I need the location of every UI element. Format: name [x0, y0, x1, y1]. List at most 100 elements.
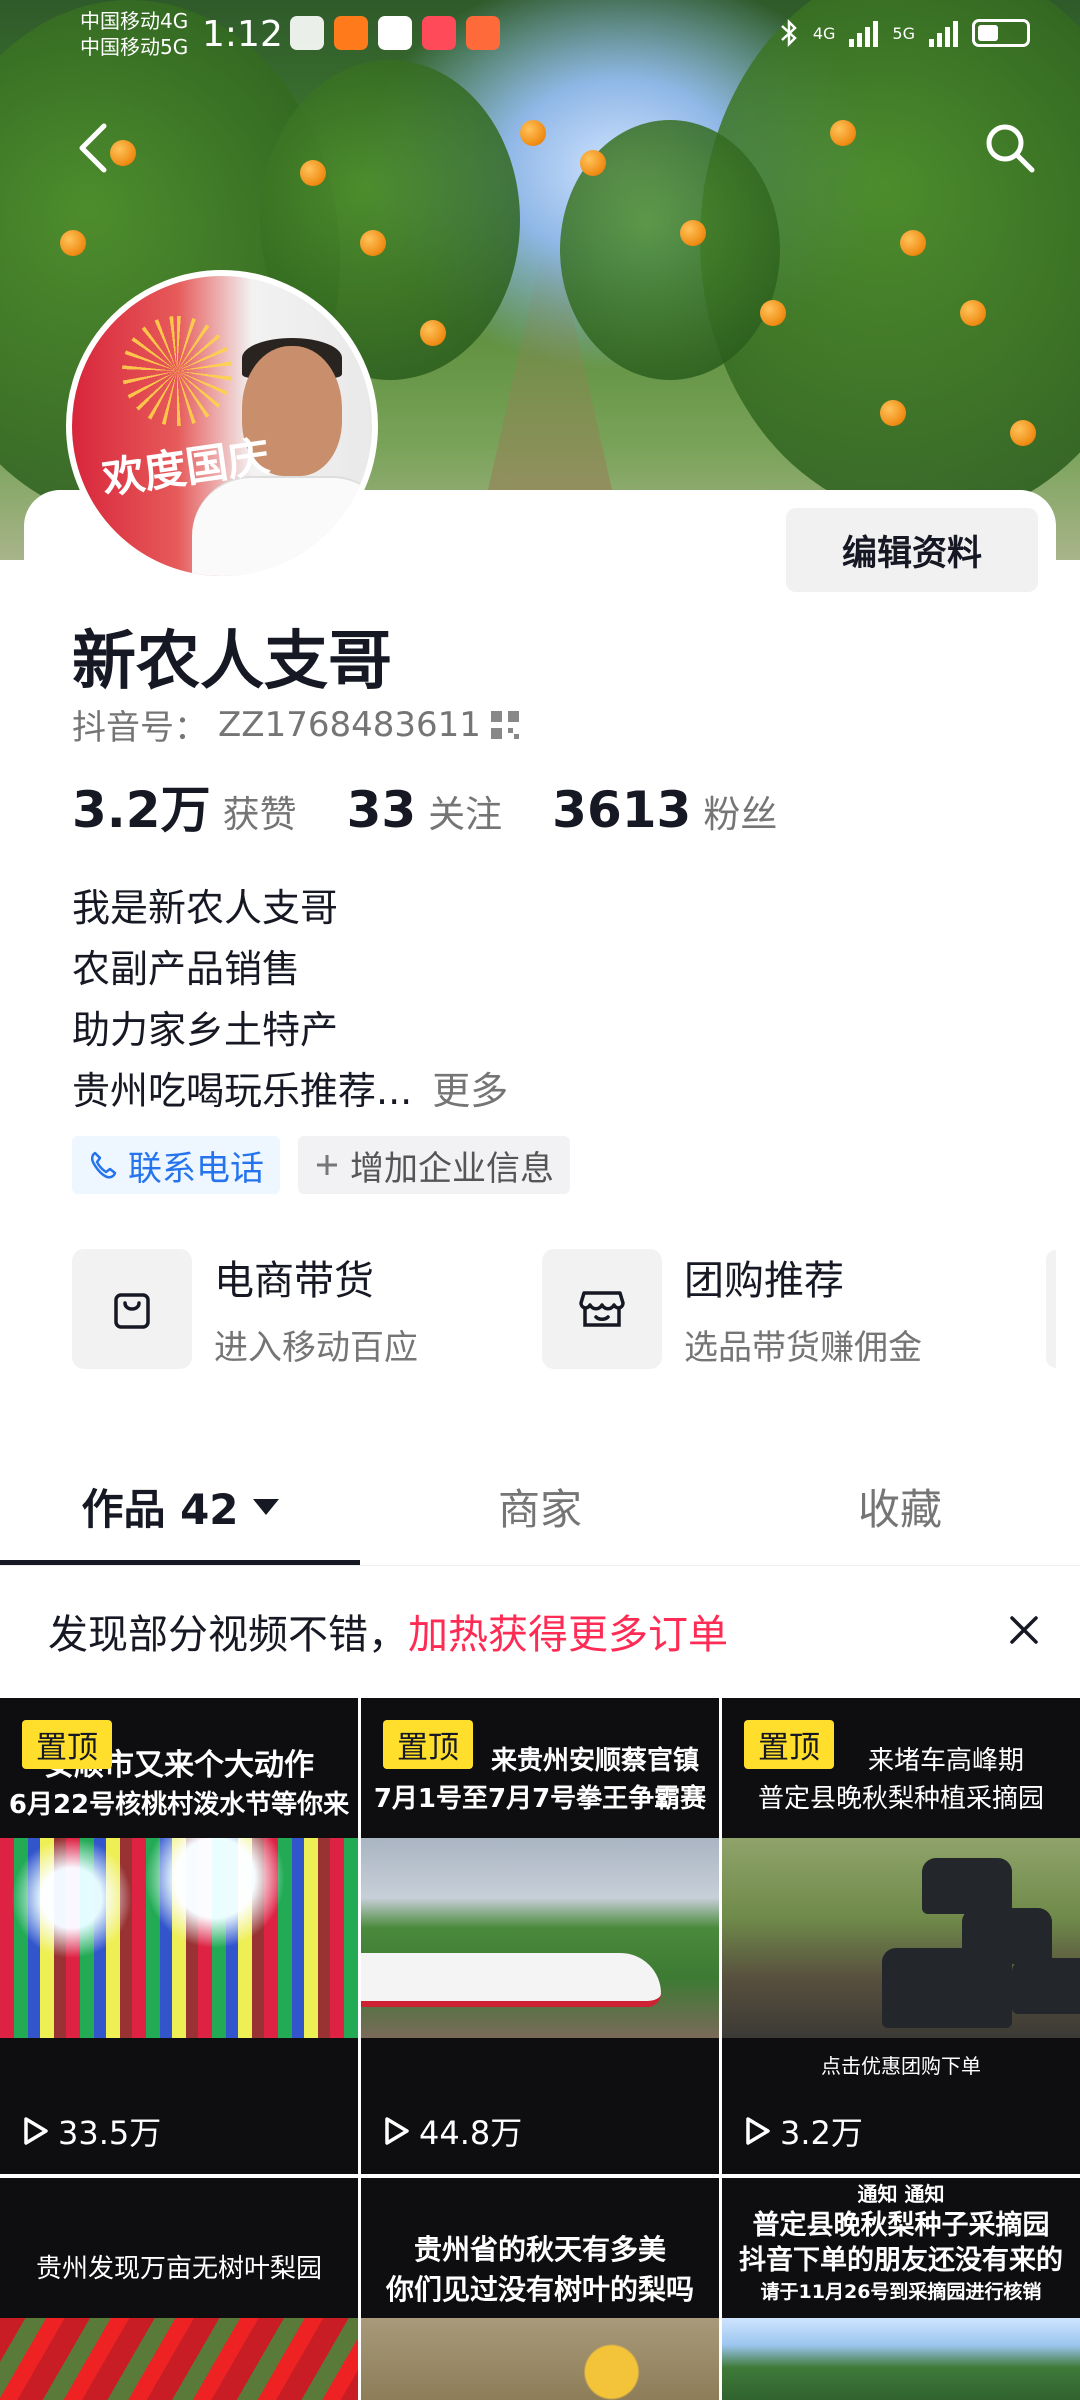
pinned-badge: 置顶 — [744, 1720, 834, 1769]
close-icon[interactable] — [1004, 1610, 1044, 1650]
notification-icons — [290, 16, 500, 50]
promo-banner[interactable]: 发现部分视频不错， 加热获得更多订单 — [0, 1566, 1080, 1696]
phone-icon — [90, 1151, 117, 1179]
contact-phone-tag[interactable]: 联系电话 — [72, 1136, 280, 1194]
douyin-id[interactable]: 抖音号： ZZ1768483611 — [72, 700, 519, 749]
service-title: 团购推荐 — [684, 1258, 844, 1304]
carrier-1: 中国移动4G — [80, 9, 189, 33]
shopping-bag-icon — [72, 1248, 192, 1369]
profile-tags: 联系电话 增加企业信息 — [72, 1136, 570, 1194]
network-label-1: 4G — [812, 23, 836, 43]
bio-more-link[interactable]: 更多 — [432, 1069, 508, 1113]
notification-app-icon — [378, 16, 412, 50]
video-caption: 通知 通知 普定县晚秋梨种子采摘园 抖音下单的朋友还没有来的 请于11月26号到… — [722, 2180, 1080, 2306]
video-tile[interactable]: 贵州省的秋天有多美 你们见过没有树叶的梨吗 — [361, 2178, 719, 2400]
qr-code-icon[interactable] — [490, 710, 519, 739]
profile-tabs: 作品 42 商家 收藏 — [0, 1448, 1080, 1566]
video-caption-line: 6月22号核桃村泼水节等你来 — [8, 1790, 350, 1820]
tab-favorites[interactable]: 收藏 — [720, 1448, 1080, 1565]
douyin-id-label: 抖音号： — [72, 708, 208, 748]
pinned-badge: 置顶 — [22, 1720, 112, 1769]
stat-followers-label: 粉丝 — [703, 793, 778, 836]
view-count-value: 44.8万 — [419, 2114, 523, 2152]
status-time: 1:12 — [202, 14, 283, 55]
video-thumbnail — [361, 1838, 719, 2038]
pinned-badge: 置顶 — [383, 1720, 473, 1769]
avatar[interactable]: 欢度国庆 — [66, 270, 378, 582]
video-subcaption: 点击优惠团购下单 — [821, 2054, 981, 2078]
bio-line: 农副产品销售 — [72, 947, 301, 991]
video-thumbnail — [722, 1838, 1080, 2038]
back-icon[interactable] — [70, 118, 120, 178]
video-thumbnail — [0, 2318, 358, 2400]
tab-merchant[interactable]: 商家 — [360, 1448, 720, 1565]
bluetooth-icon — [780, 18, 797, 48]
system-icons: 4G 5G — [779, 18, 1030, 48]
video-caption: 贵州省的秋天有多美 你们见过没有树叶的梨吗 — [361, 2230, 719, 2310]
tab-merchant-label: 商家 — [497, 1485, 582, 1534]
stat-following-label: 关注 — [428, 793, 503, 836]
video-caption-line: 7月1号至7月7号拳王争霸赛 — [373, 1784, 707, 1814]
content-section: 作品 42 商家 收藏 发现部分视频不错， 加热获得更多订单 置顶 安顺市又来个… — [0, 1448, 1080, 2400]
tab-works[interactable]: 作品 42 — [0, 1448, 360, 1565]
tab-favorites-label: 收藏 — [857, 1485, 942, 1534]
signal-icon — [929, 19, 958, 47]
video-thumbnail — [361, 2318, 719, 2400]
service-group-buy[interactable]: 团购推荐 选品带货赚佣金 — [542, 1248, 972, 1369]
edit-profile-button[interactable]: 编辑资料 — [786, 508, 1038, 592]
service-more-peek[interactable] — [1046, 1250, 1056, 1368]
video-caption: 贵州发现万亩无树叶梨园 — [35, 2254, 322, 2284]
video-tile[interactable]: 通知 通知 普定县晚秋梨种子采摘园 抖音下单的朋友还没有来的 请于11月26号到… — [722, 2178, 1080, 2400]
video-caption-line: 你们见过没有树叶的梨吗 — [385, 2273, 694, 2306]
video-thumbnail — [722, 2318, 1080, 2400]
stat-likes[interactable]: 3.2万 获赞 — [72, 770, 297, 842]
video-tile[interactable]: 置顶 来贵州安顺蔡官镇 7月1号至7月7号拳王争霸赛 44.8万 — [361, 1698, 719, 2174]
stat-followers-count: 3613 — [552, 781, 692, 839]
play-icon — [385, 2117, 409, 2145]
view-count-value: 3.2万 — [780, 2114, 863, 2152]
promo-text: 发现部分视频不错， — [48, 1612, 408, 1658]
network-label-2: 5G — [892, 23, 915, 43]
video-tile[interactable]: 贵州发现万亩无树叶梨园 — [0, 2178, 358, 2400]
signal-icon — [849, 19, 879, 47]
service-subtitle: 选品带货赚佣金 — [684, 1328, 922, 1368]
notification-app-icon — [290, 16, 324, 50]
carrier-info: 中国移动4G 中国移动5G — [80, 8, 188, 60]
profile-name: 新农人支哥 — [72, 625, 392, 699]
video-caption-line: 普定县晚秋梨种植采摘园 — [757, 1784, 1044, 1814]
profile-card: 编辑资料 新农人支哥 抖音号： ZZ1768483611 3.2万 获赞 33 … — [24, 490, 1056, 1422]
add-company-info-tag[interactable]: 增加企业信息 — [298, 1136, 570, 1194]
train-graphic — [361, 1953, 661, 2007]
video-caption-line: 通知 通知 — [857, 2182, 945, 2206]
promo-highlight-link[interactable]: 加热获得更多订单 — [408, 1602, 728, 1660]
play-icon — [746, 2117, 770, 2145]
stat-following[interactable]: 33 关注 — [347, 781, 503, 839]
view-count: 3.2万 — [742, 2108, 863, 2154]
chevron-down-icon — [252, 1498, 279, 1515]
stat-likes-count: 3.2万 — [72, 781, 211, 839]
bio-line: 我是新农人支哥 — [72, 886, 339, 930]
view-count-value: 33.5万 — [58, 2114, 162, 2152]
video-tile[interactable]: 置顶 来堵车高峰期 普定县晚秋梨种植采摘园 点击优惠团购下单 3.2万 — [722, 1698, 1080, 2174]
profile-bio: 我是新农人支哥 农副产品销售 助力家乡土特产 贵州吃喝玩乐推荐... 更多 — [72, 878, 508, 1122]
video-caption-line: 抖音下单的朋友还没有来的 — [739, 2245, 1063, 2276]
video-grid: 置顶 安顺市又来个大动作 6月22号核桃村泼水节等你来 33.5万 置顶 来贵州… — [0, 1698, 1080, 2400]
service-title: 电商带货 — [214, 1258, 374, 1304]
service-ecommerce[interactable]: 电商带货 进入移动百应 — [72, 1248, 502, 1369]
view-count: 33.5万 — [20, 2108, 161, 2154]
profile-stats: 3.2万 获赞 33 关注 3613 粉丝 — [72, 770, 777, 842]
video-caption-line: 贵州省的秋天有多美 — [413, 2233, 666, 2266]
video-caption-line: 请于11月26号到采摘园进行核销 — [760, 2281, 1042, 2303]
stat-likes-label: 获赞 — [222, 793, 297, 836]
view-count: 44.8万 — [381, 2108, 522, 2154]
battery-icon — [972, 19, 1030, 47]
bio-line: 贵州吃喝玩乐推荐... — [72, 1069, 413, 1113]
service-entries: 电商带货 进入移动百应 团购推荐 选品带货赚佣金 — [72, 1248, 1080, 1369]
play-icon — [24, 2117, 48, 2145]
video-tile[interactable]: 置顶 安顺市又来个大动作 6月22号核桃村泼水节等你来 33.5万 — [0, 1698, 358, 2174]
stat-following-count: 33 — [346, 781, 417, 839]
notification-app-icon — [466, 16, 500, 50]
search-icon[interactable] — [980, 118, 1040, 178]
stat-followers[interactable]: 3613 粉丝 — [552, 781, 777, 839]
bio-line: 助力家乡土特产 — [72, 1008, 339, 1052]
